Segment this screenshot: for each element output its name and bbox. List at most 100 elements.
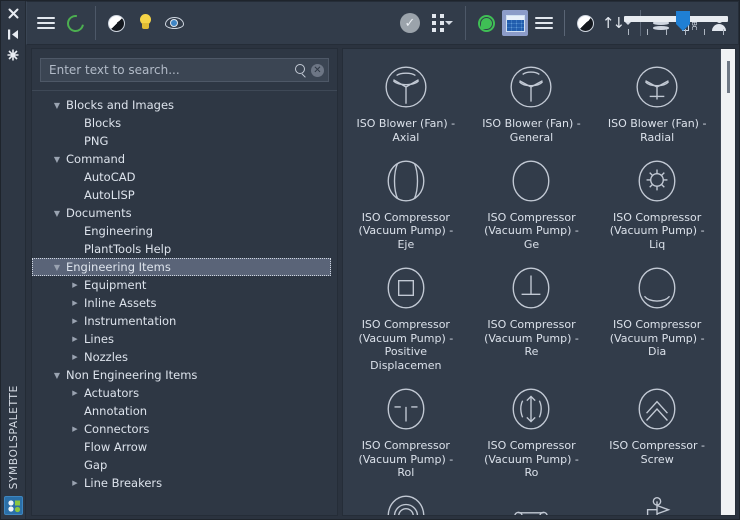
toolbar-group-left <box>33 2 88 44</box>
blower-axial-icon <box>376 61 436 113</box>
tree-item-label: Equipment <box>84 278 147 292</box>
symbol-item[interactable]: ISO Compressor (Vacuum Pump) - Ge <box>469 149 595 256</box>
symbol-item[interactable]: ISO Compressor (Vacuum Pump) - Rol <box>343 377 469 484</box>
refresh-button[interactable] <box>62 10 88 36</box>
tree-item[interactable]: Engineering Items <box>32 258 331 276</box>
tree-item[interactable]: Engineering <box>32 222 337 240</box>
chevron-right-icon[interactable] <box>68 335 82 343</box>
shape-button[interactable] <box>473 10 499 36</box>
tree-item[interactable]: Equipment <box>32 276 337 294</box>
symbol-item[interactable] <box>594 484 720 515</box>
zoom-slider[interactable] <box>624 10 728 40</box>
magnifier-icon[interactable] <box>295 64 307 76</box>
tree-item[interactable]: Nozzles <box>32 348 337 366</box>
options-icon[interactable] <box>4 47 22 63</box>
tree-item[interactable]: Command <box>32 150 337 168</box>
symbol-caption: ISO Compressor (Vacuum Pump) - Ro <box>484 438 579 480</box>
tree-item[interactable]: Blocks and Images <box>32 96 337 114</box>
chevron-right-icon[interactable] <box>68 281 82 289</box>
tree-item[interactable]: Lines <box>32 330 337 348</box>
symbol-item[interactable]: ISO Blower (Fan) - Radial <box>594 55 720 149</box>
tree-item-label: Connectors <box>84 422 150 436</box>
tree-item[interactable]: Gap <box>32 456 337 474</box>
tree-item[interactable]: PNG <box>32 132 337 150</box>
tree-item[interactable]: Instrumentation <box>32 312 337 330</box>
symbol-palette-badge[interactable] <box>4 496 23 515</box>
tree-item-label: AutoLISP <box>84 188 135 202</box>
lightbulb-icon <box>138 14 152 32</box>
highlight-button[interactable] <box>132 10 158 36</box>
tree-item[interactable]: PlantTools Help <box>32 240 337 258</box>
symbol-item[interactable]: ISO Compressor (Vacuum Pump) - Ro <box>469 377 595 484</box>
symbol-item[interactable]: ISO Compressor (Vacuum Pump) - Liq <box>594 149 720 256</box>
symbol-item[interactable]: ISO Compressor - Screw <box>594 377 720 484</box>
symbol-item[interactable]: ISO Blower (Fan) - Axial <box>343 55 469 149</box>
apply-button[interactable]: ✓ <box>397 10 423 36</box>
body: Enter text to search... ✕ Blocks and Ima… <box>26 45 739 519</box>
symbol-item[interactable] <box>469 484 595 515</box>
tree-item-label: Engineering Items <box>66 260 171 274</box>
tree-item-label: Engineering <box>84 224 153 238</box>
tree-item[interactable]: Actuators <box>32 384 337 402</box>
chevron-down-icon[interactable] <box>50 101 64 110</box>
chevron-right-icon[interactable] <box>68 479 82 487</box>
toolbar-group-views <box>473 2 557 44</box>
chevron-down-icon[interactable] <box>50 371 64 380</box>
compressor-general-icon <box>501 155 561 207</box>
list-view-button[interactable] <box>531 10 557 36</box>
dock-icon-group <box>1 1 25 63</box>
blue-table-grid-icon <box>505 14 525 32</box>
chevron-down-icon[interactable] <box>50 155 64 164</box>
chevron-right-icon[interactable] <box>68 299 82 307</box>
tree-item[interactable]: Flow Arrow <box>32 438 337 456</box>
tree-item[interactable]: Annotation <box>32 402 337 420</box>
symbol-caption: ISO Blower (Fan) - Axial <box>356 117 456 144</box>
tree-item[interactable]: AutoCAD <box>32 168 337 186</box>
tree-item[interactable]: Line Breakers <box>32 474 337 492</box>
auto-hide-icon[interactable] <box>4 26 22 42</box>
symbol-item[interactable]: ISO Blower (Fan) - General <box>469 55 595 149</box>
toolbar-divider-3 <box>564 10 565 36</box>
tree-item[interactable]: Inline Assets <box>32 294 337 312</box>
tree-item[interactable]: Blocks <box>32 114 337 132</box>
chevron-right-icon[interactable] <box>68 317 82 325</box>
chevron-right-icon[interactable] <box>68 389 82 397</box>
tree-item-label: Nozzles <box>84 350 128 364</box>
toolbar-group-apply: ✓ <box>397 2 458 44</box>
symbol-grid-scrollbar[interactable] <box>720 49 735 515</box>
symbol-item[interactable] <box>343 484 469 515</box>
layout-dropdown[interactable] <box>426 10 458 36</box>
chevron-down-icon[interactable] <box>50 209 64 218</box>
tree-item[interactable]: Non Engineering Items <box>32 366 337 384</box>
tree-item[interactable]: Connectors <box>32 420 337 438</box>
symbol-caption: ISO Compressor (Vacuum Pump) - Re <box>484 317 579 359</box>
tree-item-label: AutoCAD <box>84 170 136 184</box>
compressor-ejector-icon <box>376 155 436 207</box>
zoom-slider-thumb[interactable] <box>676 11 690 31</box>
tree-item-label: PNG <box>84 134 109 148</box>
tree-item[interactable]: Documents <box>32 204 337 222</box>
clear-x-icon[interactable]: ✕ <box>311 63 324 77</box>
tree-item-label: Flow Arrow <box>84 440 148 454</box>
symbol-item[interactable]: ISO Compressor (Vacuum Pump) - Eje <box>343 149 469 256</box>
symbol-item[interactable]: ISO Compressor (Vacuum Pump) - Positive … <box>343 256 469 377</box>
symbol-item[interactable]: ISO Compressor (Vacuum Pump) - Re <box>469 256 595 377</box>
menu-button[interactable] <box>33 10 59 36</box>
chevron-right-icon[interactable] <box>68 353 82 361</box>
preview-button[interactable] <box>161 10 187 36</box>
symbol-item[interactable]: ISO Compressor (Vacuum Pump) - Dia <box>594 256 720 377</box>
contrast-button[interactable] <box>103 10 129 36</box>
table-view-button[interactable] <box>502 10 528 36</box>
close-icon[interactable] <box>4 5 22 21</box>
toolbar-divider-1 <box>95 6 96 40</box>
tree-item-label: Documents <box>66 206 132 220</box>
search-input[interactable]: Enter text to search... ✕ <box>40 58 329 82</box>
refresh-icon <box>63 11 87 35</box>
contrast2-button[interactable] <box>572 10 598 36</box>
symbol-caption: ISO Blower (Fan) - General <box>482 117 581 144</box>
chevron-down-icon[interactable] <box>50 263 64 272</box>
scrollbar-thumb[interactable] <box>727 61 730 93</box>
tree-item[interactable]: AutoLISP <box>32 186 337 204</box>
compressor-reciprocating-icon <box>501 262 561 314</box>
chevron-right-icon[interactable] <box>68 425 82 433</box>
